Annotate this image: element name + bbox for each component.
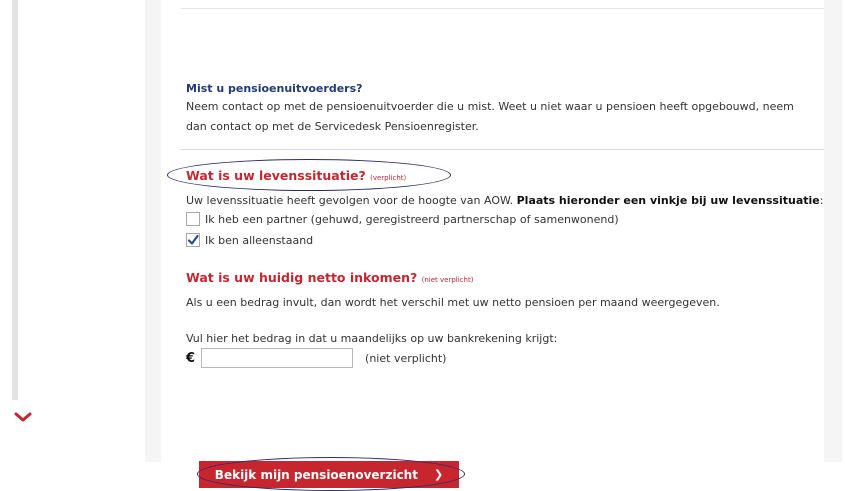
income-amount-input[interactable]: [201, 348, 354, 368]
income-title: Wat is uw huidig netto inkomen?: [186, 270, 418, 285]
living-situation-heading: Wat is uw levenssituatie? (verplicht): [186, 168, 406, 183]
income-info: Als u een bedrag invult, dan wordt het v…: [186, 296, 720, 309]
living-situation-title: Wat is uw levenssituatie?: [186, 168, 366, 183]
upper-section: [161, 0, 824, 61]
euro-sign: €: [186, 350, 196, 366]
required-tag: (verplicht): [370, 174, 407, 182]
single-checkbox[interactable]: [186, 233, 200, 247]
intro-bold-text: Plaats hieronder een vinkje bij uw leven…: [516, 194, 820, 207]
chevron-down-icon[interactable]: [12, 410, 34, 426]
option-label: Ik heb een partner (gehuwd, geregistreer…: [205, 212, 619, 226]
intro-text: Uw levenssituatie heeft gevolgen voor de…: [186, 194, 517, 207]
divider: [181, 149, 824, 150]
scroll-track[interactable]: [12, 0, 18, 400]
divider: [181, 8, 824, 9]
optional-tag: (niet verplicht): [421, 276, 474, 284]
option-single[interactable]: Ik ben alleenstaand: [186, 233, 313, 247]
form-panel: Mist u pensioenuitvoerders? Neem contact…: [145, 0, 842, 491]
form-content: Mist u pensioenuitvoerders? Neem contact…: [161, 60, 824, 491]
option-partner[interactable]: Ik heb een partner (gehuwd, geregistreer…: [186, 212, 619, 226]
living-situation-intro: Uw levenssituatie heeft gevolgen voor de…: [186, 194, 823, 207]
intro-end-text: :: [819, 194, 824, 207]
partner-checkbox[interactable]: [186, 212, 200, 226]
option-label: Ik ben alleenstaand: [205, 233, 314, 247]
income-field-row: € (niet verplicht): [186, 348, 446, 368]
income-prompt: Vul hier het bedrag in dat u maandelijks…: [186, 332, 558, 345]
missing-providers-text: Neem contact op met de pensioenuitvoerde…: [186, 100, 794, 133]
missing-providers-title: Mist u pensioenuitvoerders?: [186, 82, 363, 95]
checkmark-icon: [187, 234, 199, 245]
field-note: (niet verplicht): [365, 351, 447, 365]
income-heading: Wat is uw huidig netto inkomen? (niet ve…: [186, 270, 473, 285]
